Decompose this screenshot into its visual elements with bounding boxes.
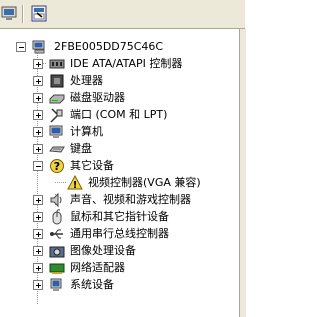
- ide-controller-icon: [49, 56, 65, 72]
- svg-text:!: !: [73, 180, 78, 191]
- display-device-icon[interactable]: [0, 3, 22, 25]
- tree-item-label: 其它设备: [70, 159, 114, 172]
- expand-toggle[interactable]: [33, 127, 43, 137]
- tree-item-label: IDE ATA/ATAPI 控制器: [70, 57, 183, 70]
- tree-item-other-devices[interactable]: ? 其它设备: [33, 158, 233, 174]
- imaging-device-icon: [49, 243, 65, 259]
- tree-item-video-controller[interactable]: ! 视频控制器(VGA 兼容): [55, 174, 235, 191]
- svg-text:?: ?: [54, 160, 60, 173]
- root-label: 2FBE005DD75C46C: [54, 40, 164, 53]
- port-icon: [49, 107, 65, 123]
- toolbar: [0, 0, 245, 29]
- tree-item-imaging[interactable]: 图像处理设备: [33, 243, 233, 259]
- expand-toggle[interactable]: [33, 229, 43, 239]
- expand-toggle[interactable]: [33, 212, 43, 222]
- tree-item-computer[interactable]: 计算机: [33, 124, 233, 140]
- collapse-toggle[interactable]: [33, 161, 43, 171]
- tree-item-label: 计算机: [70, 125, 103, 138]
- tree-connector: [55, 182, 67, 183]
- properties-icon[interactable]: [30, 4, 52, 26]
- device-tree: 2FBE005DD75C46C IDE ATA/ATAPI 控制器 处理器 磁盘…: [0, 29, 238, 317]
- tree-item-label: 处理器: [70, 74, 103, 87]
- system-device-icon: [49, 277, 65, 293]
- expand-toggle[interactable]: [33, 59, 43, 69]
- expand-toggle[interactable]: [33, 110, 43, 120]
- expand-toggle[interactable]: [33, 144, 43, 154]
- unknown-device-icon: ?: [49, 158, 65, 174]
- network-adapter-icon: [49, 260, 65, 276]
- expand-toggle[interactable]: [33, 280, 43, 290]
- processor-icon: [49, 73, 65, 89]
- tree-item-disk[interactable]: 磁盘驱动器: [33, 90, 233, 106]
- tree-item-usb[interactable]: 通用串行总线控制器: [33, 226, 233, 242]
- sound-icon: [49, 192, 65, 208]
- tree-item-label: 磁盘驱动器: [70, 91, 125, 104]
- tree-item-label: 系统设备: [70, 278, 114, 291]
- tree-item-label: 鼠标和其它指针设备: [70, 210, 169, 223]
- tree-item-network[interactable]: 网络适配器: [33, 260, 233, 276]
- expand-toggle[interactable]: [33, 76, 43, 86]
- tree-item-sound[interactable]: 声音、视频和游戏控制器: [33, 192, 237, 208]
- tree-item-system[interactable]: 系统设备: [33, 277, 233, 293]
- tree-item-ide[interactable]: IDE ATA/ATAPI 控制器: [33, 56, 233, 72]
- expand-toggle[interactable]: [33, 195, 43, 205]
- keyboard-icon: [49, 141, 65, 157]
- tree-item-label: 通用串行总线控制器: [70, 227, 169, 240]
- tree-item-label: 声音、视频和游戏控制器: [70, 193, 191, 206]
- expand-toggle[interactable]: [33, 263, 43, 273]
- tree-item-keyboard[interactable]: 键盘: [33, 141, 233, 157]
- tree-item-label: 端口 (COM 和 LPT): [70, 108, 168, 121]
- warning-device-icon: !: [67, 174, 83, 191]
- collapse-toggle[interactable]: [16, 42, 26, 52]
- computer-icon: [32, 39, 48, 55]
- tree-item-mouse[interactable]: 鼠标和其它指针设备: [33, 209, 233, 225]
- toolbar-separator: [22, 5, 24, 23]
- tree-item-label: 视频控制器(VGA 兼容): [88, 176, 201, 189]
- tree-item-processor[interactable]: 处理器: [33, 73, 233, 89]
- tree-root[interactable]: 2FBE005DD75C46C: [16, 39, 216, 55]
- right-edge: [239, 29, 246, 317]
- expand-toggle[interactable]: [33, 246, 43, 256]
- disk-drive-icon: [49, 90, 65, 106]
- mouse-icon: [49, 209, 65, 225]
- usb-icon: [49, 226, 65, 242]
- tree-item-ports[interactable]: 端口 (COM 和 LPT): [33, 107, 233, 123]
- tree-item-label: 键盘: [70, 142, 92, 155]
- tree-item-label: 图像处理设备: [70, 244, 136, 257]
- computer-icon: [49, 124, 65, 140]
- expand-toggle[interactable]: [33, 93, 43, 103]
- tree-item-label: 网络适配器: [70, 261, 125, 274]
